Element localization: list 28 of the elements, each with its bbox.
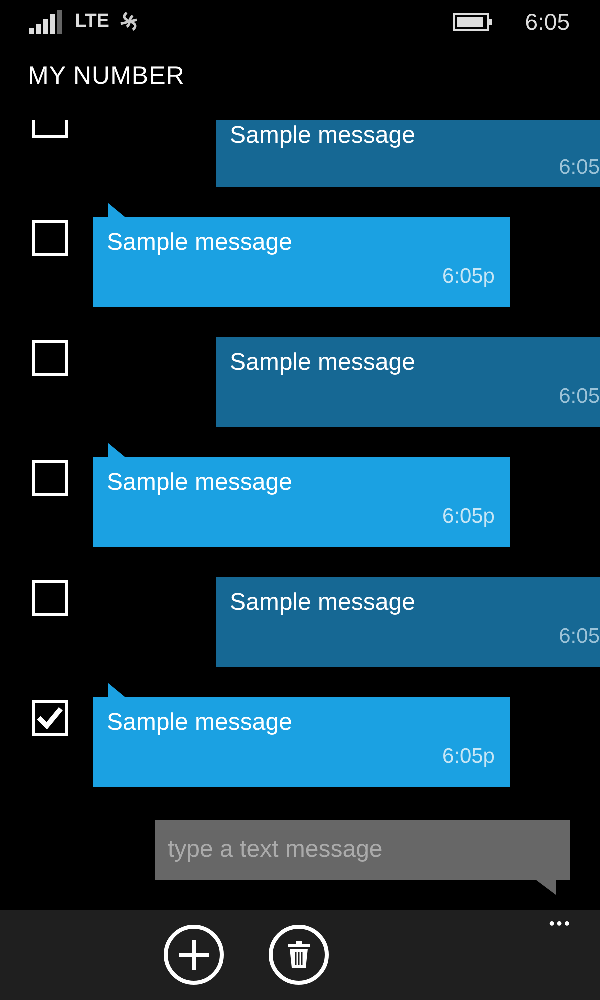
trash-icon (288, 941, 310, 969)
clock: 6:05 (525, 8, 570, 36)
message-time: 6:05 (559, 385, 600, 409)
signal-icon (29, 10, 65, 34)
checkbox[interactable] (32, 700, 68, 736)
page-title: MY NUMBER (27, 61, 186, 92)
message-time: 6:05 (559, 156, 600, 180)
network-label: LTE (75, 11, 110, 33)
message-time: 6:05p (442, 745, 495, 769)
message-text: Sample message (107, 708, 294, 738)
message-time: 6:05 (559, 625, 600, 649)
checkbox[interactable] (32, 460, 68, 496)
message-text: Sample message (107, 468, 294, 498)
more-button[interactable]: ••• (549, 916, 572, 934)
checkbox[interactable] (32, 580, 68, 616)
plus-icon (176, 938, 210, 972)
add-button[interactable] (164, 925, 224, 985)
wave-icon (119, 11, 140, 33)
message-text: Sample message (230, 588, 416, 618)
checkbox[interactable] (32, 220, 68, 256)
message-time: 6:05p (442, 265, 495, 289)
delete-button[interactable] (268, 925, 328, 985)
battery-icon (453, 13, 494, 31)
message-text: Sample message (107, 228, 294, 258)
message-text: Sample message (230, 348, 416, 378)
checkbox[interactable] (32, 340, 68, 376)
message-time: 6:05p (442, 505, 495, 529)
message-text: Sample message (230, 121, 416, 151)
